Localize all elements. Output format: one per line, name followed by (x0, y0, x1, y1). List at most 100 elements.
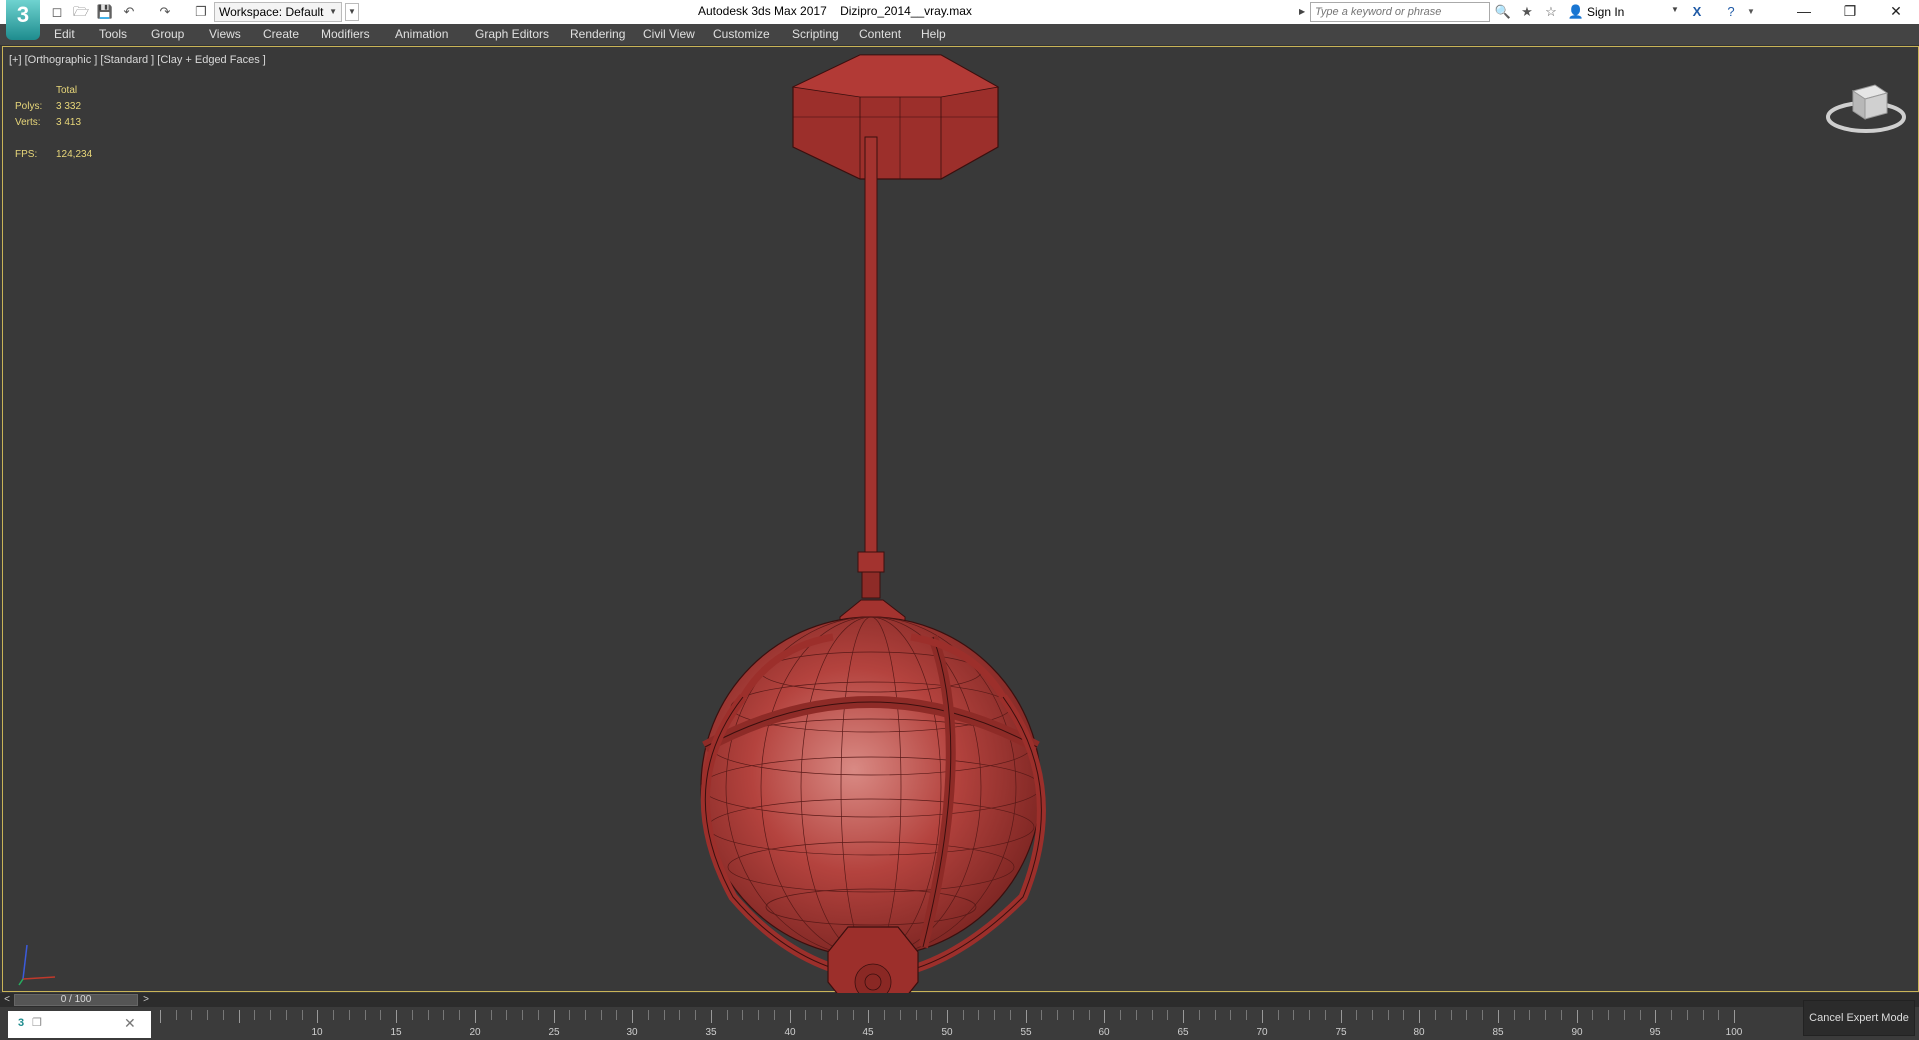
timeline-tick (1388, 1010, 1389, 1020)
timeline-tick (1718, 1010, 1719, 1020)
timeline-tick (428, 1010, 429, 1020)
stats-polys-label: Polys: (15, 101, 43, 112)
workspace-options-button[interactable]: ▼ (345, 3, 359, 21)
chevron-down-icon[interactable]: ▼ (1742, 3, 1760, 21)
mini-listener-panel[interactable]: 3 ❐ ✕ (8, 1011, 151, 1038)
timeline-tick (1089, 1010, 1090, 1020)
timeline-tick (1104, 1010, 1105, 1023)
time-slider[interactable]: 0 / 100 (14, 994, 138, 1006)
close-button[interactable]: ✕ (1873, 0, 1919, 24)
timeline-tick (884, 1010, 885, 1020)
timeline-tick-label: 75 (1335, 1027, 1347, 1038)
timeline-tick-label: 60 (1098, 1027, 1110, 1038)
favorites-icon[interactable]: ☆ (1542, 3, 1560, 21)
menu-animation[interactable]: Animation (395, 27, 448, 41)
help-icon[interactable]: ? (1722, 3, 1740, 21)
menu-tools[interactable]: Tools (99, 27, 127, 41)
timeline-tick (711, 1010, 712, 1023)
menu-create[interactable]: Create (263, 27, 299, 41)
menu-modifiers[interactable]: Modifiers (321, 27, 370, 41)
timeline-tick (522, 1010, 523, 1020)
binoculars-icon[interactable]: 🔍 (1494, 3, 1512, 21)
timeline-tick (1167, 1010, 1168, 1020)
timeline-tick (1498, 1010, 1499, 1023)
timeline-tick-label: 80 (1413, 1027, 1425, 1038)
pendant-lamp-model[interactable] (643, 47, 1103, 993)
stats-fps-label: FPS: (15, 149, 38, 160)
viewcube-icon[interactable] (1823, 77, 1909, 137)
timeline-tick-label: 25 (548, 1027, 560, 1038)
workspace-dropdown[interactable]: Workspace: Default ▼ (214, 2, 342, 22)
undo-icon[interactable]: ↶ (120, 3, 138, 21)
cancel-expert-mode-button[interactable]: Cancel Expert Mode (1803, 1000, 1915, 1036)
timeline-tick (963, 1010, 964, 1020)
search-input[interactable] (1310, 2, 1490, 22)
timeline-ruler[interactable]: 10 15 20 25 30 35 40 45 50 55 60 65 70 75 80 85 90 95 100 (156, 1007, 1750, 1040)
timeline-tick (1451, 1010, 1452, 1020)
time-slider-bar: < 0 / 100 > (0, 993, 1919, 1007)
timeline-tick-label: 85 (1492, 1027, 1504, 1038)
project-folder-icon[interactable]: ❐ (192, 3, 210, 21)
menu-customize[interactable]: Customize (713, 27, 770, 41)
exchange-apps-icon[interactable]: X (1688, 3, 1706, 21)
restore-panel-icon[interactable]: ❐ (32, 1016, 42, 1029)
timeline-tick (1230, 1010, 1231, 1020)
max-script-icon[interactable]: 3 (18, 1017, 24, 1029)
timeline-tick (601, 1010, 602, 1020)
timeline-tick (1246, 1010, 1247, 1020)
timeline-tick (538, 1010, 539, 1020)
timeline-tick (1466, 1010, 1467, 1020)
time-prev-button[interactable]: < (1, 993, 13, 1007)
app-logo[interactable]: 3 (6, 0, 40, 40)
timeline-tick (1026, 1010, 1027, 1023)
timeline-tick (412, 1010, 413, 1020)
timeline-tick (1341, 1010, 1342, 1023)
menu-graph-editors[interactable]: Graph Editors (475, 27, 549, 41)
restore-button[interactable]: ❐ (1827, 0, 1873, 24)
timeline-tick-label: 15 (390, 1027, 402, 1038)
redo-icon[interactable]: ↷ (156, 3, 174, 21)
menu-group[interactable]: Group (151, 27, 184, 41)
timeline-tick (1199, 1010, 1200, 1020)
close-panel-icon[interactable]: ✕ (124, 1015, 136, 1032)
menu-civil-view[interactable]: Civil View (643, 27, 695, 41)
viewport[interactable]: [+] [Orthographic ] [Standard ] [Clay + … (2, 46, 1919, 993)
timeline-tick (380, 1010, 381, 1020)
timeline-tick (1419, 1010, 1420, 1023)
timeline-tick (853, 1010, 854, 1020)
timeline-tick (1514, 1010, 1515, 1020)
timeline-tick (554, 1010, 555, 1023)
save-icon[interactable]: 💾 (96, 3, 114, 21)
timeline-tick (616, 1010, 617, 1020)
timeline-tick (239, 1010, 240, 1023)
window-title: Autodesk 3ds Max 2017 Dizipro_2014__vray… (698, 4, 972, 18)
stats-verts-value: 3 413 (56, 117, 82, 128)
menu-help[interactable]: Help (921, 27, 946, 41)
timeline-tick (254, 1010, 255, 1020)
timeline-tick (491, 1010, 492, 1020)
minimize-button[interactable]: — (1781, 0, 1827, 24)
new-file-icon[interactable]: ◻ (48, 3, 66, 21)
timeline-tick-label: 20 (469, 1027, 481, 1038)
time-next-button[interactable]: > (140, 993, 152, 1007)
timeline-tick (1057, 1010, 1058, 1020)
menu-edit[interactable]: Edit (54, 27, 75, 41)
viewport-label-menu[interactable]: [+] [Orthographic ] [Standard ] [Clay + … (9, 54, 266, 66)
timeline-tick (1356, 1010, 1357, 1020)
menu-views[interactable]: Views (209, 27, 241, 41)
menu-rendering[interactable]: Rendering (570, 27, 625, 41)
sign-in-button[interactable]: Sign In (1587, 5, 1624, 19)
timeline-tick (695, 1010, 696, 1020)
menu-scripting[interactable]: Scripting (792, 27, 839, 41)
open-file-icon[interactable]: 🗁 (72, 3, 90, 21)
timeline-tick-label: 30 (626, 1027, 638, 1038)
search-expand-icon[interactable]: ▶ (1299, 3, 1309, 21)
track-bar[interactable]: 3 ❐ ✕ 10 15 20 25 30 35 40 45 50 55 60 65 70 75 80 85 90… (0, 1007, 1919, 1040)
axis-tripod-icon (18, 944, 56, 986)
menu-content[interactable]: Content (859, 27, 901, 41)
timeline-tick (632, 1010, 633, 1023)
timeline-tick (931, 1010, 932, 1020)
chevron-down-icon[interactable]: ▼ (1671, 5, 1679, 14)
communication-center-icon[interactable]: ★ (1518, 3, 1536, 21)
user-icon: 👤 (1567, 4, 1585, 19)
